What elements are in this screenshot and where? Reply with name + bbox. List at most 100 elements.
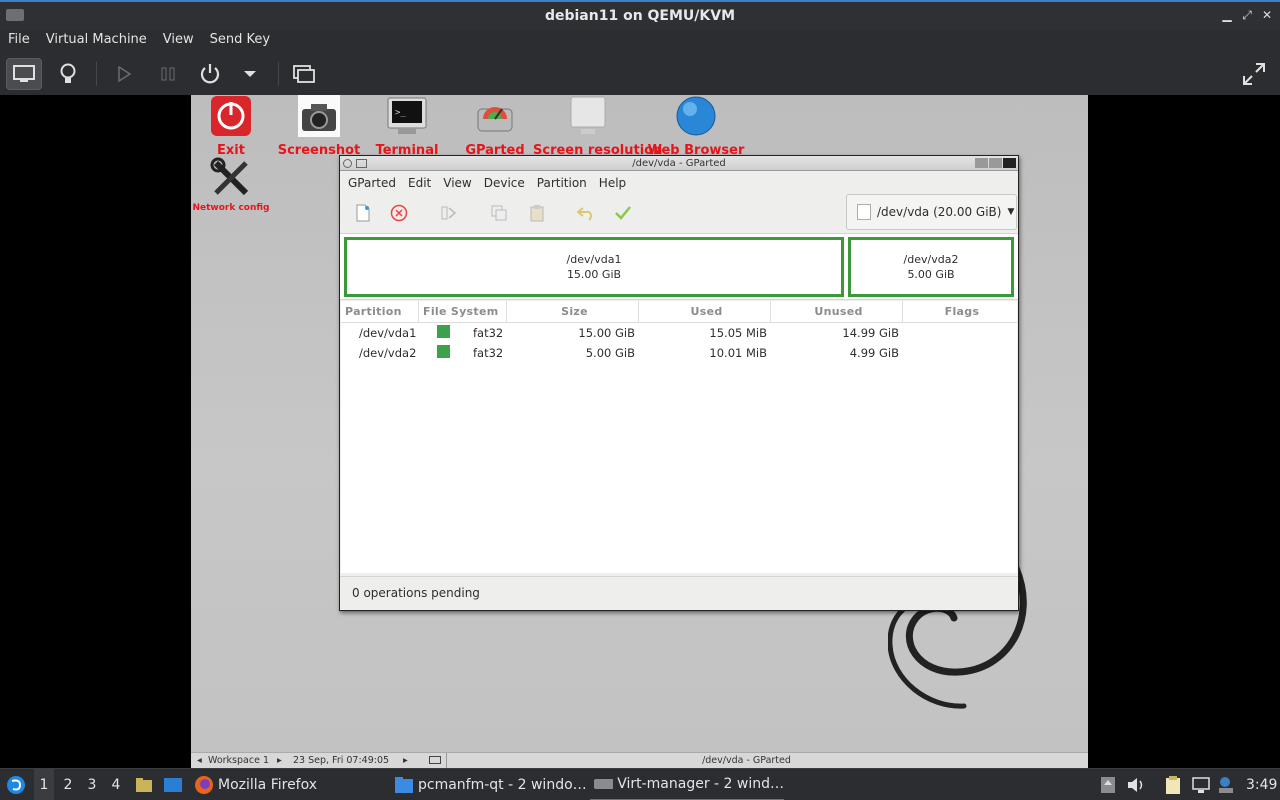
clipboard-icon xyxy=(1166,776,1180,794)
task-pcmanfm[interactable]: pcmanfm-qt - 2 windo… xyxy=(394,769,587,800)
network-button[interactable] xyxy=(1190,769,1212,800)
partition-map: /dev/vda1 15.00 GiB /dev/vda2 5.00 GiB xyxy=(340,234,1018,300)
column-header-partition[interactable]: Partition xyxy=(341,301,419,322)
workspace-prev-icon[interactable]: ◂ xyxy=(197,753,202,768)
minimize-icon[interactable] xyxy=(975,158,988,168)
menu-view[interactable]: View xyxy=(437,176,477,190)
maximize-icon[interactable] xyxy=(989,158,1002,168)
window-menu-icon[interactable] xyxy=(343,159,352,168)
menu-partition[interactable]: Partition xyxy=(531,176,593,190)
workspace-next-icon[interactable]: ▸ xyxy=(277,753,282,768)
menu-send-key[interactable]: Send Key xyxy=(202,30,278,52)
device-selector[interactable]: /dev/vda (20.00 GiB) ▼ xyxy=(846,194,1017,230)
chevron-down-icon xyxy=(244,71,256,77)
application-menu-button[interactable] xyxy=(4,769,28,800)
task-label: Mozilla Firefox xyxy=(218,777,318,793)
desktop-icon-screen-resolution[interactable]: Screen resolution xyxy=(533,95,662,158)
task-firefox[interactable]: Mozilla Firefox xyxy=(194,769,317,800)
window-titlebar[interactable]: debian11 on QEMU/KVM ▁ ⤢ ✕ xyxy=(0,0,1280,30)
menu-file[interactable]: File xyxy=(0,30,38,52)
menu-help[interactable]: Help xyxy=(593,176,632,190)
table-row[interactable]: /dev/vda1 fat32 15.00 GiB 15.05 MiB 14.9… xyxy=(341,323,1017,343)
lightbulb-icon xyxy=(60,63,76,83)
guest-panel-arrow-icon[interactable]: ▸ xyxy=(403,753,408,768)
column-header-size[interactable]: Size xyxy=(507,301,639,322)
guest-task-button[interactable]: /dev/vda - GParted xyxy=(446,753,1046,768)
maximize-icon[interactable]: ⤢ xyxy=(1240,8,1254,23)
camera-icon xyxy=(298,95,340,137)
virt-manager-app-icon xyxy=(6,9,24,21)
guest-panel: ◂ Workspace 1 ▸ 23 Sep, Fri 07:49:05 ▸ /… xyxy=(191,752,1088,768)
close-icon[interactable]: ✕ xyxy=(1260,8,1274,22)
partition-size: 5.00 GiB xyxy=(907,268,955,281)
shutdown-menu-button[interactable] xyxy=(232,58,268,90)
table-row[interactable]: /dev/vda2 fat32 5.00 GiB 10.01 MiB 4.99 … xyxy=(341,343,1017,363)
clipboard-button[interactable] xyxy=(1162,769,1184,800)
folder-icon xyxy=(395,777,413,793)
apply-button[interactable] xyxy=(612,202,634,224)
monitor-icon xyxy=(13,65,35,82)
task-virt-manager[interactable]: Virt-manager - 2 wind… xyxy=(590,769,784,800)
undo-button[interactable] xyxy=(576,202,598,224)
partition-map-vda1[interactable]: /dev/vda1 15.00 GiB xyxy=(344,237,844,297)
fullscreen-button[interactable] xyxy=(1236,58,1272,90)
volume-button[interactable] xyxy=(1126,769,1146,800)
menu-gparted[interactable]: GParted xyxy=(342,176,402,190)
show-desktop-button[interactable] xyxy=(162,769,184,800)
close-icon[interactable] xyxy=(1003,158,1016,168)
run-button[interactable] xyxy=(106,58,142,90)
workspace-1[interactable]: 1 xyxy=(34,769,54,800)
details-view-button[interactable] xyxy=(50,58,86,90)
power-icon xyxy=(211,96,251,136)
new-partition-button[interactable] xyxy=(352,202,374,224)
partition-name: /dev/vda2 xyxy=(903,253,959,266)
column-header-file-system[interactable]: File System xyxy=(419,301,507,322)
copy-icon xyxy=(491,205,507,221)
minimize-icon[interactable]: ▁ xyxy=(1220,8,1234,22)
menu-view[interactable]: View xyxy=(155,30,202,52)
paste-button[interactable] xyxy=(526,202,548,224)
gparted-titlebar[interactable]: /dev/vda - GParted xyxy=(340,156,1018,171)
shutdown-button[interactable] xyxy=(192,58,228,90)
snapshot-icon xyxy=(293,65,315,83)
snapshots-button[interactable] xyxy=(286,58,322,90)
gparted-title: /dev/vda - GParted xyxy=(632,158,726,169)
gparted-menubar: GParted Edit View Device Partition Help xyxy=(340,171,1018,194)
partition-map-vda2[interactable]: /dev/vda2 5.00 GiB xyxy=(848,237,1014,297)
column-header-unused[interactable]: Unused xyxy=(771,301,903,322)
toolbar-separator xyxy=(278,62,279,86)
tray-drive-icon[interactable] xyxy=(1098,769,1118,800)
cell-fs-color xyxy=(419,345,450,361)
paste-icon xyxy=(530,205,544,222)
workspace-3[interactable]: 3 xyxy=(82,769,102,800)
copy-button[interactable] xyxy=(488,202,510,224)
column-header-flags[interactable]: Flags xyxy=(903,301,1017,322)
new-document-icon xyxy=(356,204,370,222)
delete-partition-button[interactable] xyxy=(388,202,410,224)
menu-device[interactable]: Device xyxy=(478,176,531,190)
notification-icon xyxy=(1219,777,1233,793)
column-header-used[interactable]: Used xyxy=(639,301,771,322)
globe-icon xyxy=(676,96,716,136)
desktop-icon-label: Network config xyxy=(192,203,270,213)
guest-clock: 23 Sep, Fri 07:49:05 xyxy=(293,755,390,766)
device-selector-value: /dev/vda (20.00 GiB) xyxy=(877,205,1002,219)
resize-move-button[interactable] xyxy=(438,202,460,224)
workspace-2[interactable]: 2 xyxy=(58,769,78,800)
console-view-button[interactable] xyxy=(6,58,42,90)
guest-desktop[interactable]: Exit Screenshot >_ Terminal GParted Scre… xyxy=(191,95,1088,768)
table-header: Partition File System Size Used Unused F… xyxy=(341,301,1017,323)
workspace-4[interactable]: 4 xyxy=(106,769,126,800)
undo-icon xyxy=(577,207,592,221)
notification-button[interactable] xyxy=(1216,769,1236,800)
partition-name: /dev/vda1 xyxy=(566,253,622,266)
pause-button[interactable] xyxy=(150,58,186,90)
file-manager-launcher[interactable] xyxy=(134,769,154,800)
desktop-icon-web-browser[interactable]: Web Browser xyxy=(641,95,751,158)
clock[interactable]: 3:49 xyxy=(1246,769,1277,800)
menu-virtual-machine[interactable]: Virtual Machine xyxy=(38,30,155,52)
cell-fs-color xyxy=(419,325,450,341)
menu-edit[interactable]: Edit xyxy=(402,176,437,190)
workspace-label: Workspace 1 xyxy=(208,755,269,766)
desktop-icon-network-config[interactable]: Network config xyxy=(191,157,286,213)
